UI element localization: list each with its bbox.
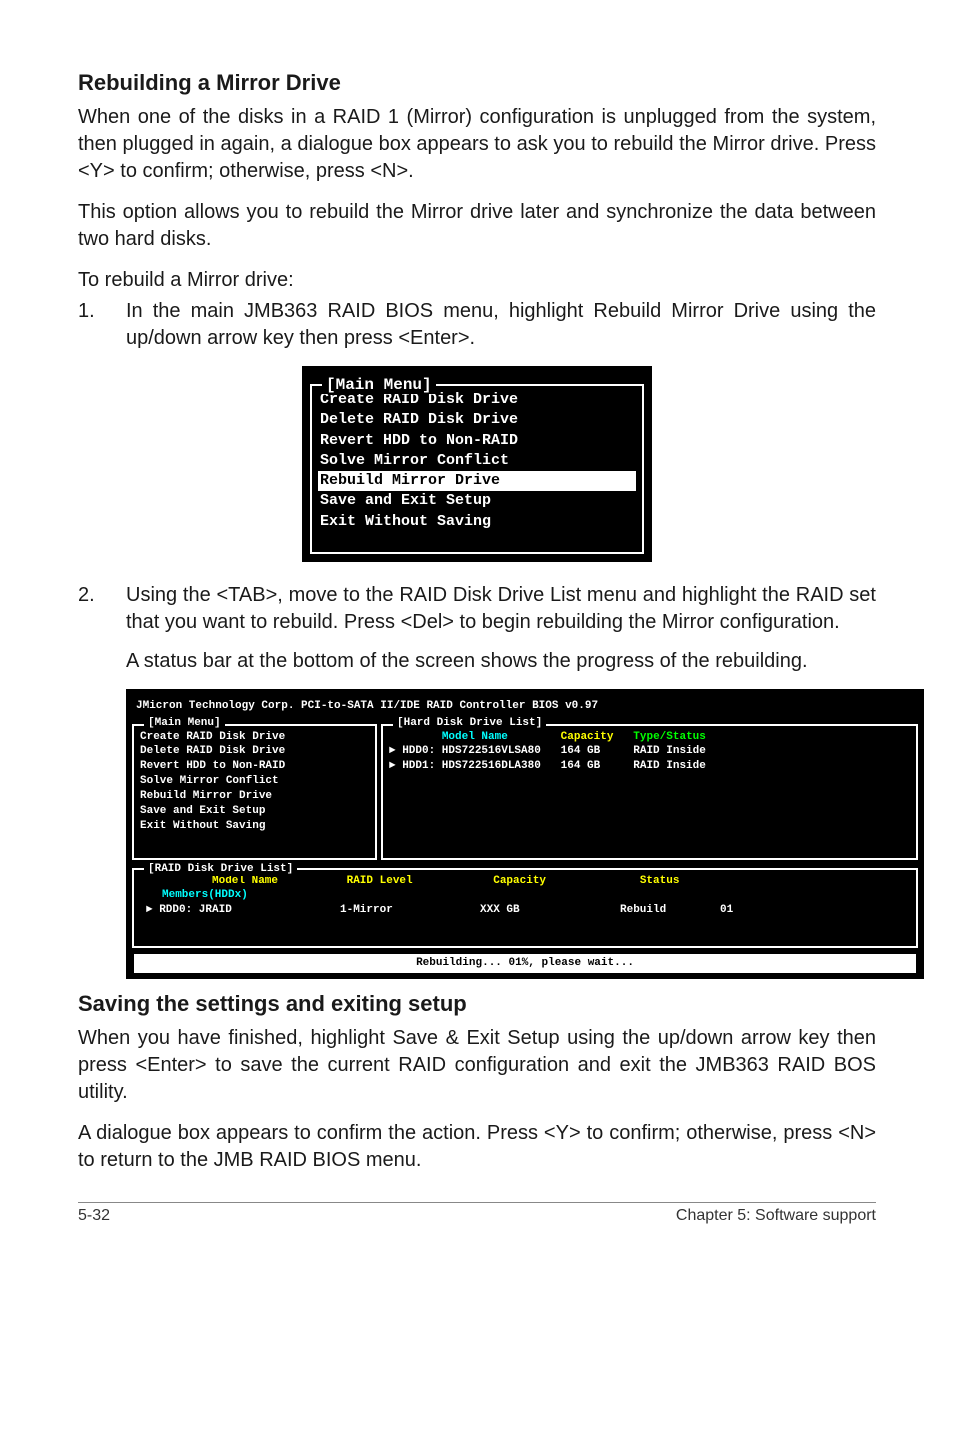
bios-title: JMicron Technology Corp. PCI-to-SATA II/… (132, 697, 918, 718)
menu-item: Delete RAID Disk Drive (140, 744, 369, 759)
box-legend: [Main Menu] (144, 716, 225, 731)
menu-item: Rebuild Mirror Drive (140, 789, 369, 804)
menu-item: Revert HDD to Non-RAID (140, 759, 369, 774)
menu-item: Exit Without Saving (140, 819, 369, 834)
step-number: 1. (78, 298, 126, 352)
menu-item: Save and Exit Setup (318, 491, 636, 511)
menu-item: Create RAID Disk Drive (140, 730, 369, 745)
col-capacity: Capacity (493, 874, 633, 889)
paragraph: This option allows you to rebuild the Mi… (78, 199, 876, 253)
menu-item: Solve Mirror Conflict (140, 774, 369, 789)
paragraph: To rebuild a Mirror drive: (78, 267, 876, 294)
box-legend: [Hard Disk Drive List] (393, 716, 546, 731)
menu-item: Exit Without Saving (318, 512, 636, 532)
status-bar: Rebuilding... 01%, please wait... (132, 952, 918, 975)
menu-item: Delete RAID Disk Drive (318, 410, 636, 430)
menu-item: Rebuild Mirror Drive (318, 471, 636, 491)
section-heading-rebuild: Rebuilding a Mirror Drive (78, 70, 876, 96)
paragraph: When one of the disks in a RAID 1 (Mirro… (78, 104, 876, 185)
box-legend: [Main Menu] (322, 376, 436, 394)
paragraph: When you have finished, highlight Save &… (78, 1025, 876, 1106)
footer-rule (78, 1202, 876, 1203)
menu-item: Solve Mirror Conflict (318, 451, 636, 471)
page-number: 5-32 (78, 1207, 110, 1225)
raid-row: ► RDD0: JRAID1-MirrorXXX GBRebuild01 (140, 903, 910, 918)
step-number: 2. (78, 582, 126, 675)
step-text: In the main JMB363 RAID BIOS menu, highl… (126, 298, 876, 352)
box-legend: [RAID Disk Drive List] (144, 862, 297, 877)
paragraph: A dialogue box appears to confirm the ac… (78, 1120, 876, 1174)
bios-full-screen: JMicron Technology Corp. PCI-to-SATA II/… (126, 689, 924, 979)
step-subtext: A status bar at the bottom of the screen… (126, 648, 876, 675)
col-level: RAID Level (347, 874, 487, 889)
members-label: Members(HDDx) (140, 888, 910, 903)
col-status: Status (640, 874, 740, 889)
menu-item: Save and Exit Setup (140, 804, 369, 819)
chapter-label: Chapter 5: Software support (676, 1207, 876, 1225)
bios-main-menu: [Main Menu] Create RAID Disk DriveDelete… (302, 366, 652, 562)
section-heading-saving: Saving the settings and exiting setup (78, 991, 876, 1017)
menu-item: Revert HDD to Non-RAID (318, 431, 636, 451)
step-text: Using the <TAB>, move to the RAID Disk D… (126, 584, 876, 633)
